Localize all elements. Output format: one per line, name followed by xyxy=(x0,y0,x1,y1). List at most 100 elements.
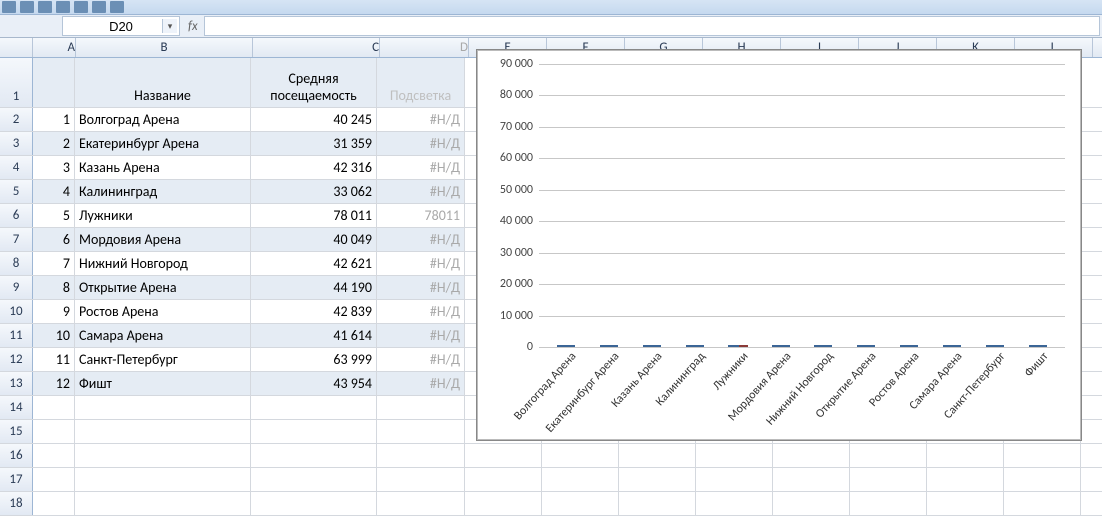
cell[interactable] xyxy=(75,492,251,515)
row-header[interactable]: 17 xyxy=(0,468,33,491)
cell[interactable] xyxy=(75,444,251,467)
row-header[interactable]: 16 xyxy=(0,444,33,467)
col-header[interactable]: A xyxy=(33,38,76,57)
cell[interactable]: #Н/Д xyxy=(377,108,465,131)
cell[interactable] xyxy=(377,420,465,443)
cell[interactable]: 42 839 xyxy=(251,300,377,323)
cell[interactable]: 2 xyxy=(33,132,75,155)
cell[interactable] xyxy=(251,420,377,443)
cell[interactable] xyxy=(927,468,1004,491)
cell[interactable]: #Н/Д xyxy=(377,252,465,275)
cell[interactable]: 8 xyxy=(33,276,75,299)
cell[interactable]: Екатеринбург Арена xyxy=(75,132,251,155)
cell[interactable] xyxy=(619,468,696,491)
cell[interactable] xyxy=(377,492,465,515)
cell[interactable]: 44 190 xyxy=(251,276,377,299)
cell[interactable]: 31 359 xyxy=(251,132,377,155)
cell[interactable] xyxy=(927,444,1004,467)
cell[interactable]: #Н/Д xyxy=(377,276,465,299)
cell[interactable] xyxy=(619,444,696,467)
row-header[interactable]: 15 xyxy=(0,420,33,443)
cell[interactable]: Нижний Новгород xyxy=(75,252,251,275)
cell[interactable] xyxy=(696,492,773,515)
cell[interactable] xyxy=(75,420,251,443)
select-all-corner[interactable] xyxy=(0,38,33,57)
cell[interactable] xyxy=(1004,444,1081,467)
cell[interactable]: 33 062 xyxy=(251,180,377,203)
row-header[interactable]: 12 xyxy=(0,348,33,371)
cell[interactable]: 1 xyxy=(33,108,75,131)
embedded-chart[interactable]: Волгоград АренаЕкатеринбург АренаКазань … xyxy=(476,49,1082,441)
cell[interactable]: #Н/Д xyxy=(377,324,465,347)
cell[interactable] xyxy=(465,444,542,467)
cell[interactable]: Подсветка xyxy=(377,57,465,107)
cell[interactable]: Ростов Арена xyxy=(75,300,251,323)
cell[interactable] xyxy=(696,468,773,491)
row-header[interactable]: 9 xyxy=(0,276,33,299)
cell[interactable] xyxy=(773,468,850,491)
cell[interactable]: 41 614 xyxy=(251,324,377,347)
cell[interactable]: Мордовия Арена xyxy=(75,228,251,251)
row-header[interactable]: 13 xyxy=(0,372,33,395)
row-header[interactable]: 5 xyxy=(0,180,33,203)
cell[interactable]: Лужники xyxy=(75,204,251,227)
cell[interactable]: Казань Арена xyxy=(75,156,251,179)
cell[interactable] xyxy=(773,492,850,515)
cell[interactable]: 40 049 xyxy=(251,228,377,251)
row-header[interactable]: 3 xyxy=(0,132,33,155)
cell[interactable] xyxy=(850,444,927,467)
cell[interactable] xyxy=(377,396,465,419)
cell[interactable] xyxy=(850,492,927,515)
cell[interactable] xyxy=(696,444,773,467)
cell[interactable] xyxy=(251,444,377,467)
cell[interactable]: Фишт xyxy=(75,372,251,395)
cell[interactable] xyxy=(75,396,251,419)
cell[interactable]: 6 xyxy=(33,228,75,251)
cell[interactable]: Средняя посещаемость xyxy=(251,57,377,107)
cell[interactable]: #Н/Д xyxy=(377,180,465,203)
cell[interactable] xyxy=(465,492,542,515)
cell[interactable] xyxy=(542,468,619,491)
cell[interactable] xyxy=(33,396,75,419)
row-header[interactable]: 8 xyxy=(0,252,33,275)
cell[interactable]: 3 xyxy=(33,156,75,179)
formula-input[interactable] xyxy=(204,16,1100,36)
row-header[interactable]: 14 xyxy=(0,396,33,419)
row-header[interactable]: 18 xyxy=(0,492,33,515)
cell[interactable] xyxy=(377,468,465,491)
fx-icon[interactable]: fx xyxy=(188,19,198,34)
cell[interactable] xyxy=(850,468,927,491)
name-box-dropdown-icon[interactable]: ▾ xyxy=(162,19,177,33)
cell[interactable]: 42 316 xyxy=(251,156,377,179)
col-header[interactable]: D xyxy=(380,38,469,57)
cell[interactable]: Волгоград Арена xyxy=(75,108,251,131)
quick-access-toolbar[interactable] xyxy=(0,0,1102,15)
cell[interactable] xyxy=(377,444,465,467)
worksheet[interactable]: A B C D E F G H I J K L 1НазваниеСредняя… xyxy=(0,38,1102,526)
row-header[interactable]: 11 xyxy=(0,324,33,347)
cell[interactable] xyxy=(33,57,75,107)
cell[interactable] xyxy=(33,492,75,515)
cell[interactable]: Открытие Арена xyxy=(75,276,251,299)
col-header[interactable]: C xyxy=(253,38,380,57)
cell[interactable]: 9 xyxy=(33,300,75,323)
cell[interactable] xyxy=(33,468,75,491)
cell[interactable] xyxy=(33,420,75,443)
col-header[interactable]: B xyxy=(76,38,253,57)
cell[interactable]: 4 xyxy=(33,180,75,203)
cell[interactable]: Калининград xyxy=(75,180,251,203)
cell[interactable] xyxy=(33,444,75,467)
cell[interactable]: 11 xyxy=(33,348,75,371)
cell[interactable]: 12 xyxy=(33,372,75,395)
cell[interactable]: 78 011 xyxy=(251,204,377,227)
cell[interactable]: 10 xyxy=(33,324,75,347)
cell[interactable] xyxy=(251,492,377,515)
row-header[interactable]: 2 xyxy=(0,108,33,131)
row-header[interactable]: 10 xyxy=(0,300,33,323)
cell[interactable]: 42 621 xyxy=(251,252,377,275)
cell[interactable]: #Н/Д xyxy=(377,132,465,155)
cell[interactable] xyxy=(773,444,850,467)
cell[interactable] xyxy=(619,492,696,515)
cell[interactable] xyxy=(465,468,542,491)
cell[interactable]: Название xyxy=(75,57,251,107)
